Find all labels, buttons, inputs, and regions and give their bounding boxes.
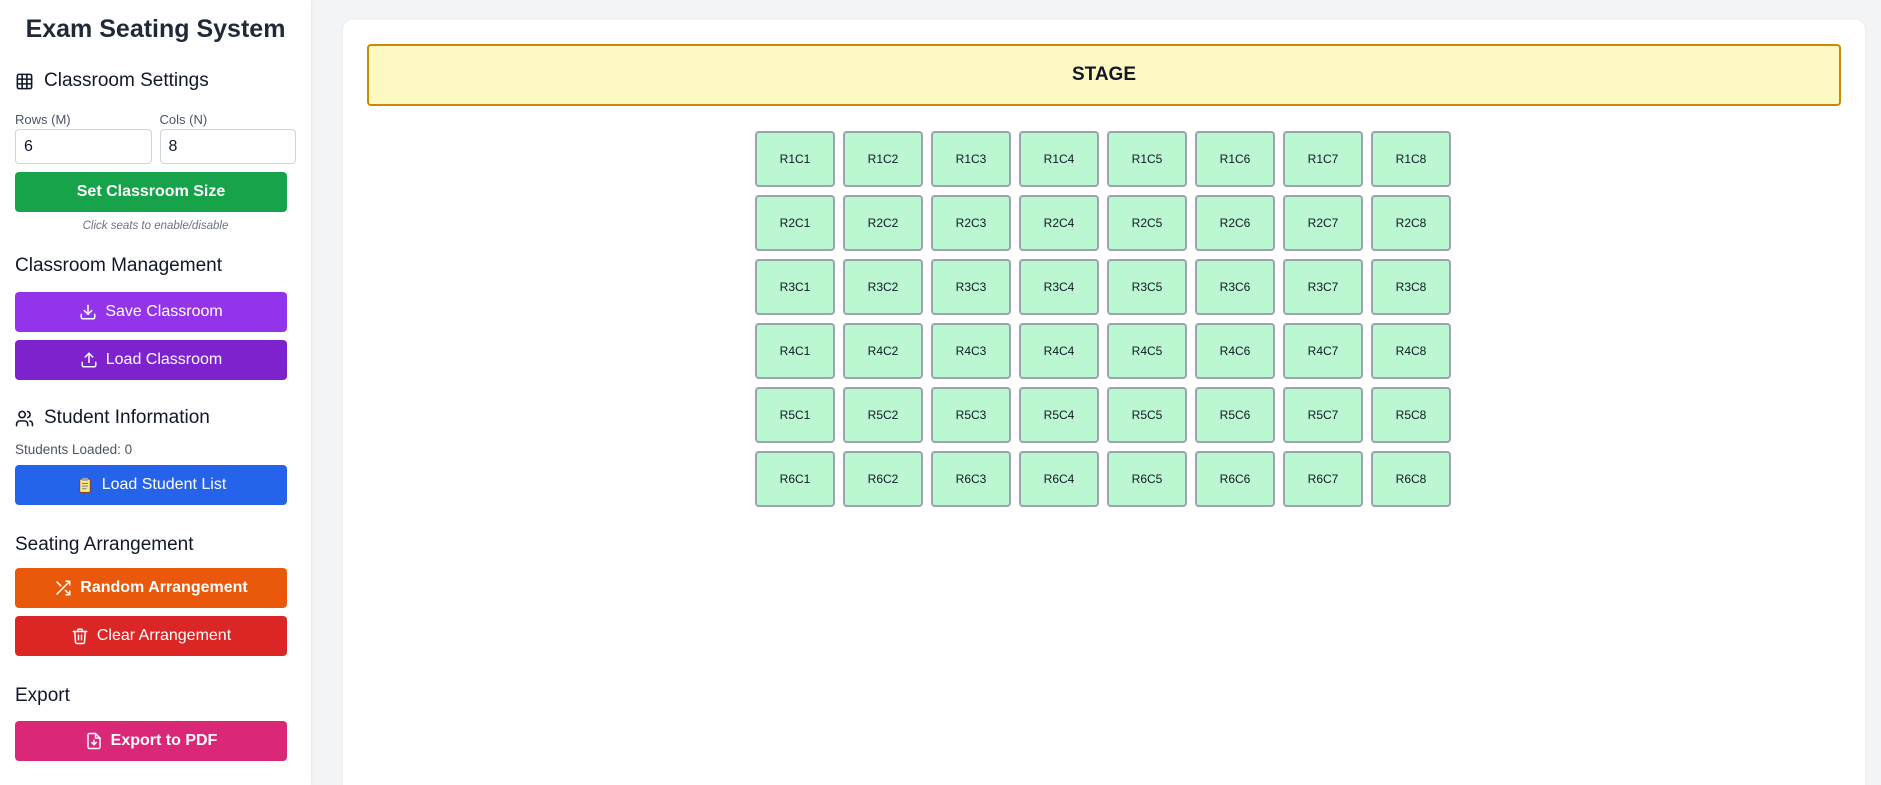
seat[interactable]: R2C1: [755, 195, 835, 251]
save-classroom-label: Save Classroom: [105, 303, 223, 320]
seat[interactable]: R1C8: [1371, 131, 1451, 187]
cols-field: Cols (N): [159, 111, 296, 164]
classroom-settings-heading: Classroom Settings: [15, 69, 296, 93]
table-grid-icon: [16, 73, 33, 89]
sidebar: Exam Seating System Classroom Settings R…: [0, 0, 311, 785]
rows-label: Rows (M): [15, 112, 71, 127]
seat-toggle-hint: Click seats to enable/disable: [82, 220, 229, 232]
shuffle-icon: [56, 580, 71, 596]
seat[interactable]: R5C7: [1283, 387, 1363, 443]
export-title: Export: [15, 685, 70, 706]
student-information-heading: Student Information: [15, 406, 296, 430]
seat[interactable]: R3C2: [843, 259, 923, 315]
users-icon: [15, 410, 34, 426]
export-heading: Export: [15, 684, 296, 708]
rows-field: Rows (M): [15, 111, 152, 164]
seat[interactable]: R1C5: [1107, 131, 1187, 187]
classroom-management-title: Classroom Management: [15, 255, 222, 276]
student-information-title: Student Information: [44, 407, 210, 428]
seat[interactable]: R1C3: [931, 131, 1011, 187]
trash-icon: [72, 628, 88, 645]
classroom-settings-title: Classroom Settings: [44, 70, 209, 91]
upload-icon: [81, 352, 97, 368]
seat[interactable]: R6C8: [1371, 451, 1451, 507]
load-student-list-label: Load Student List: [101, 476, 227, 493]
seat[interactable]: R4C5: [1107, 323, 1187, 379]
seat[interactable]: R1C6: [1195, 131, 1275, 187]
seating-arrangement-title: Seating Arrangement: [15, 534, 194, 555]
seat[interactable]: R5C1: [755, 387, 835, 443]
seat[interactable]: R6C3: [931, 451, 1011, 507]
seat[interactable]: R6C2: [843, 451, 923, 507]
seat[interactable]: R2C7: [1283, 195, 1363, 251]
seat-grid: R1C1 R1C2 R1C3 R1C4 R1C5 R1C6 R1C7 R1C8 R2C1 R2C2…: [755, 131, 1451, 507]
seat[interactable]: R3C6: [1195, 259, 1275, 315]
seat[interactable]: R5C5: [1107, 387, 1187, 443]
seat[interactable]: R6C5: [1107, 451, 1187, 507]
cols-input[interactable]: [159, 129, 296, 164]
seat[interactable]: R1C7: [1283, 131, 1363, 187]
seat[interactable]: R2C8: [1371, 195, 1451, 251]
seat[interactable]: R2C4: [1019, 195, 1099, 251]
seating-arrangement-heading: Seating Arrangement: [15, 533, 296, 557]
classroom-management-heading: Classroom Management: [15, 254, 296, 278]
seat[interactable]: R3C3: [931, 259, 1011, 315]
download-icon: [80, 304, 96, 320]
seat[interactable]: R5C4: [1019, 387, 1099, 443]
seat[interactable]: R2C6: [1195, 195, 1275, 251]
clipboard-icon: [79, 477, 91, 493]
seat[interactable]: R2C3: [931, 195, 1011, 251]
seat[interactable]: R1C4: [1019, 131, 1099, 187]
app-title: Exam Seating System: [25, 15, 286, 43]
seat[interactable]: R4C8: [1371, 323, 1451, 379]
seat[interactable]: R4C1: [755, 323, 835, 379]
seat[interactable]: R5C6: [1195, 387, 1275, 443]
seat[interactable]: R3C8: [1371, 259, 1451, 315]
rows-input[interactable]: [15, 129, 152, 164]
file-download-icon: [86, 732, 101, 750]
students-loaded-count: Students Loaded: 0: [15, 442, 133, 457]
seat[interactable]: R6C7: [1283, 451, 1363, 507]
seat[interactable]: R4C4: [1019, 323, 1099, 379]
seat[interactable]: R2C5: [1107, 195, 1187, 251]
cols-label: Cols (N): [159, 112, 208, 127]
random-arrangement-label: Random Arrangement: [80, 579, 248, 596]
clear-arrangement-label: Clear Arrangement: [96, 627, 232, 644]
seat[interactable]: R2C2: [843, 195, 923, 251]
stage: STAGE: [367, 44, 1841, 106]
load-classroom-button[interactable]: Load Classroom: [15, 340, 287, 380]
seat[interactable]: R4C6: [1195, 323, 1275, 379]
clear-arrangement-button[interactable]: Clear Arrangement: [15, 616, 287, 656]
seat[interactable]: R5C3: [931, 387, 1011, 443]
save-classroom-button[interactable]: Save Classroom: [15, 292, 287, 332]
seat[interactable]: R3C1: [755, 259, 835, 315]
seat[interactable]: R3C4: [1019, 259, 1099, 315]
seat[interactable]: R5C2: [843, 387, 923, 443]
seat[interactable]: R6C6: [1195, 451, 1275, 507]
seat[interactable]: R1C2: [843, 131, 923, 187]
seat[interactable]: R6C1: [755, 451, 835, 507]
load-student-list-button[interactable]: Load Student List: [15, 465, 287, 505]
export-pdf-button[interactable]: Export to PDF: [15, 721, 287, 761]
seat[interactable]: R3C7: [1283, 259, 1363, 315]
seat[interactable]: R4C3: [931, 323, 1011, 379]
export-pdf-label: Export to PDF: [110, 732, 218, 749]
seat[interactable]: R1C1: [755, 131, 835, 187]
seat[interactable]: R4C7: [1283, 323, 1363, 379]
seating-panel: STAGE R1C1 R1C2 R1C3 R1C4 R1C5 R1C6 R1C7 R1C8 R2…: [343, 20, 1865, 785]
seat[interactable]: R5C8: [1371, 387, 1451, 443]
random-arrangement-button[interactable]: Random Arrangement: [15, 568, 287, 608]
dimension-fields: Rows (M) Cols (N): [15, 111, 296, 164]
set-classroom-size-button[interactable]: Set Classroom Size: [15, 172, 287, 212]
seat[interactable]: R3C5: [1107, 259, 1187, 315]
load-classroom-label: Load Classroom: [105, 351, 223, 368]
seat[interactable]: R4C2: [843, 323, 923, 379]
seat[interactable]: R6C4: [1019, 451, 1099, 507]
